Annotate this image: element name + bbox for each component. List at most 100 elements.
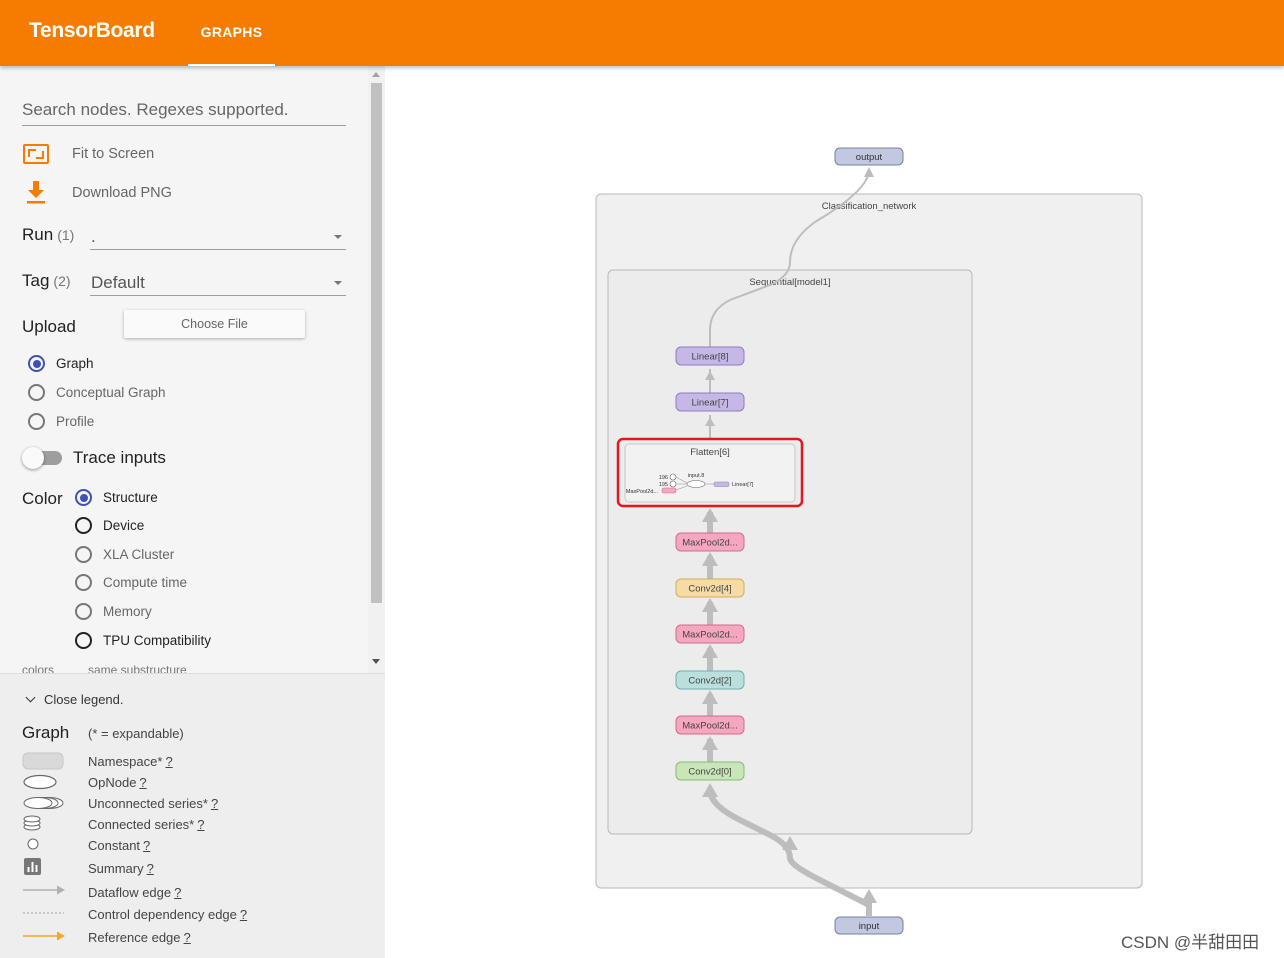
radio-color-memory-label: Memory — [103, 604, 152, 619]
radio-color-compute-time-label: Compute time — [103, 575, 188, 590]
active-tab-indicator — [188, 64, 275, 66]
tag-selector-row: Tag (2) Default — [22, 265, 346, 299]
radio-graph[interactable]: Graph — [28, 353, 278, 375]
tab-graphs[interactable]: GRAPHS — [188, 0, 275, 66]
reference-edge-legend-icon — [23, 931, 65, 941]
help-link[interactable]: ? — [147, 861, 154, 876]
download-png-label: Download PNG — [72, 185, 172, 201]
legend-subtitle: (* = expandable) — [88, 726, 184, 741]
colors-caption: colors — [22, 663, 55, 673]
inner-namespace-label: Sequential[model1] — [749, 277, 830, 288]
radio-conceptual-graph[interactable]: Conceptual Graph — [28, 382, 278, 404]
legend-summary: Summary? — [88, 861, 154, 876]
trace-inputs-toggle[interactable] — [22, 447, 62, 469]
run-label: Run (1) — [22, 225, 75, 244]
flatten-maxpool-proxy — [661, 487, 677, 494]
radio-color-memory[interactable]: Memory — [75, 601, 325, 623]
namespace-legend-icon — [22, 752, 64, 770]
search-input[interactable]: Search nodes. Regexes supported. — [22, 98, 346, 126]
connected-series-legend-icon — [23, 815, 41, 831]
radio-color-compute-time[interactable]: Compute time — [75, 572, 325, 594]
legend-dataflow-edge: Dataflow edge? — [88, 885, 182, 900]
help-link[interactable]: ? — [143, 838, 150, 853]
radio-color-structure-label: Structure — [103, 490, 158, 505]
chevron-down-icon — [334, 235, 342, 239]
layer-node-label-3: Conv2d[4] — [688, 584, 731, 595]
graph-canvas[interactable]: Classification_network Sequential[model1… — [385, 66, 1284, 958]
legend-constant: Constant? — [88, 838, 151, 853]
scroll-down-arrow-icon[interactable] — [372, 659, 380, 664]
radio-checked-icon — [28, 355, 45, 372]
radio-color-structure[interactable]: Structure — [75, 487, 325, 509]
flatten-constant-b — [669, 480, 677, 488]
radio-graph-label: Graph — [56, 356, 94, 371]
help-link[interactable]: ? — [197, 817, 204, 832]
fit-to-screen-label: Fit to Screen — [72, 146, 155, 162]
legend-namespace: Namespace*? — [88, 754, 173, 769]
tag-select[interactable]: Default — [90, 265, 346, 296]
dataflow-edge-legend-icon — [23, 885, 65, 895]
scrollbar-thumb[interactable] — [371, 83, 382, 603]
legend-panel: Close legend. Graph (* = expandable) Nam… — [0, 673, 385, 958]
sidebar: Search nodes. Regexes supported. Fit to … — [0, 66, 385, 958]
help-link[interactable]: ? — [184, 930, 191, 945]
close-legend-label: Close legend. — [44, 692, 124, 707]
close-legend-toggle[interactable]: Close legend. — [25, 692, 124, 707]
legend-connected-series: Connected series*? — [88, 817, 205, 832]
upload-label: Upload — [22, 317, 76, 336]
radio-unchecked-icon — [75, 574, 92, 591]
layer-node-label-2: MaxPool2d... — [682, 538, 737, 549]
toggle-knob — [22, 447, 44, 469]
opnode-legend-icon — [23, 774, 57, 790]
flatten-node-label: Flatten[6] — [690, 447, 730, 458]
legend-opnode: OpNode? — [88, 775, 147, 790]
radio-color-xla-cluster[interactable]: XLA Cluster — [75, 544, 325, 566]
radio-unchecked-icon — [75, 632, 92, 649]
flatten-constant-b-label: 195 — [659, 482, 668, 488]
radio-color-tpu-label: TPU Compatibility — [103, 633, 212, 648]
help-link[interactable]: ? — [174, 885, 181, 900]
run-select[interactable]: . — [90, 219, 346, 250]
inner-namespace-box[interactable] — [607, 269, 973, 835]
color-label: Color — [22, 489, 63, 508]
help-link[interactable]: ? — [139, 775, 146, 790]
run-select-value: . — [91, 227, 96, 246]
legend-title: Graph — [22, 723, 70, 742]
app-brand: TensorBoard — [29, 19, 155, 42]
radio-unchecked-icon — [75, 546, 92, 563]
radio-color-device-label: Device — [103, 518, 145, 533]
download-png-button[interactable]: Download PNG — [22, 181, 322, 207]
unconnected-series-legend-icon — [23, 797, 64, 809]
graph-svg[interactable]: Classification_network Sequential[model1… — [385, 66, 1284, 958]
layer-node-label-5: Conv2d[2] — [688, 676, 731, 687]
fit-screen-icon — [23, 144, 49, 164]
scroll-up-arrow-icon[interactable] — [372, 72, 380, 77]
help-link[interactable]: ? — [211, 796, 218, 811]
sidebar-scrollbar[interactable] — [368, 66, 385, 673]
arrowhead — [864, 167, 874, 177]
flatten-op-label: input.8 — [688, 473, 705, 479]
layer-node-label-0: Linear[8] — [692, 352, 729, 363]
layer-node-label-4: MaxPool2d... — [682, 630, 737, 641]
watermark: CSDN @半甜田田 — [1121, 933, 1260, 952]
constant-legend-icon — [27, 838, 39, 850]
choose-file-button[interactable]: Choose File — [124, 310, 305, 338]
fit-to-screen-button[interactable]: Fit to Screen — [22, 142, 322, 168]
layer-node-label-6: MaxPool2d... — [682, 721, 737, 732]
layer-node-label-1: Linear[7] — [692, 398, 729, 409]
flatten-constant-a-label: 196 — [659, 475, 668, 481]
tag-select-value: Default — [91, 273, 145, 292]
radio-color-xla-cluster-label: XLA Cluster — [103, 547, 175, 562]
radio-profile[interactable]: Profile — [28, 411, 278, 433]
flatten-from-label: MaxPool2d... — [626, 489, 659, 495]
legend-control-dependency-edge: Control dependency edge? — [88, 907, 248, 922]
radio-color-device[interactable]: Device — [75, 515, 325, 537]
legend-reference-edge: Reference edge? — [88, 930, 191, 945]
radio-unchecked-icon — [28, 384, 45, 401]
control-dependency-edge-legend-icon — [23, 912, 64, 914]
flatten-op-node — [686, 480, 706, 488]
radio-profile-label: Profile — [56, 414, 95, 429]
help-link[interactable]: ? — [240, 907, 247, 922]
help-link[interactable]: ? — [165, 754, 172, 769]
radio-color-tpu-compatibility[interactable]: TPU Compatibility — [75, 630, 325, 652]
